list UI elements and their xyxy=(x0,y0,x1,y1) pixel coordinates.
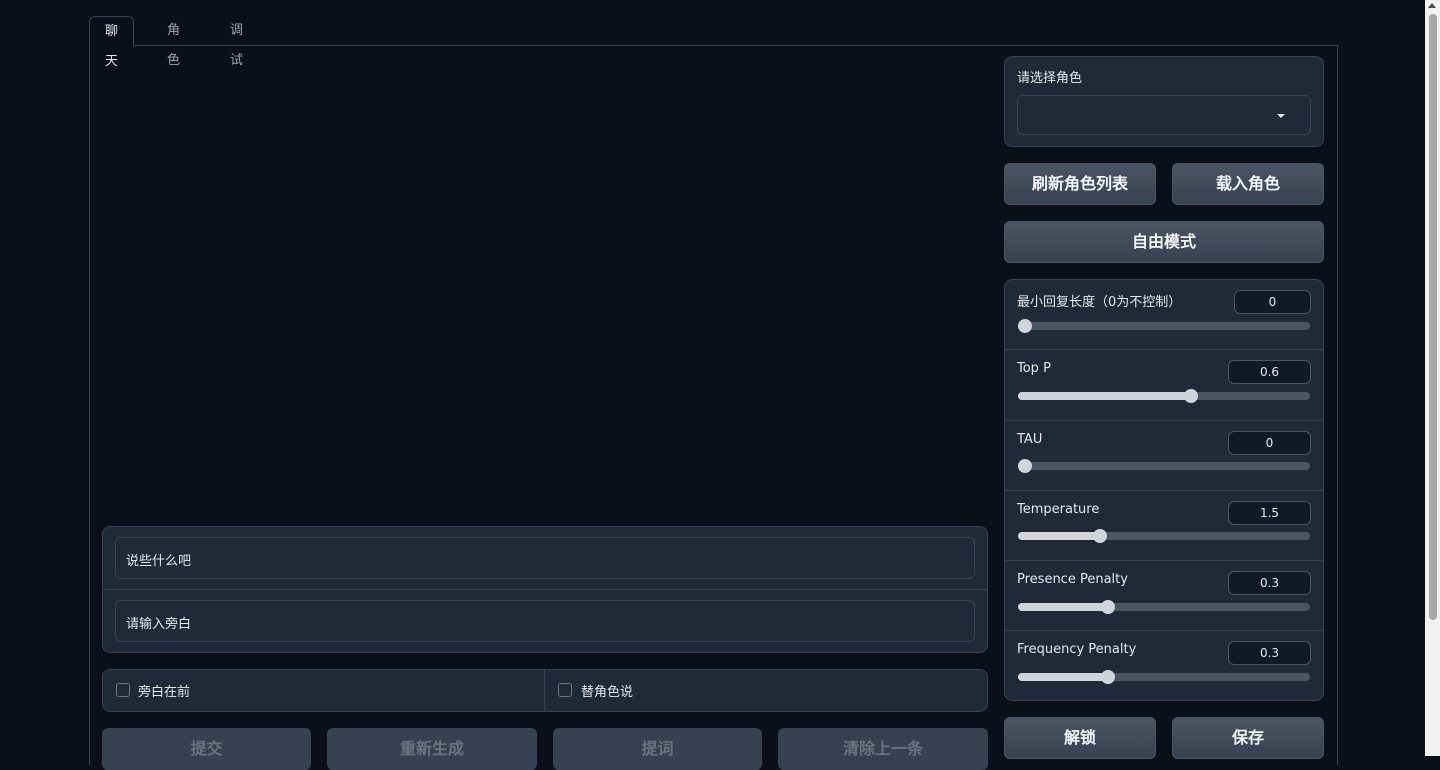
frequency-penalty-slider[interactable] xyxy=(1018,670,1310,684)
submit-button[interactable]: 提交 xyxy=(102,728,311,770)
unlock-button[interactable]: 解锁 xyxy=(1004,717,1156,759)
min-reply-length-input[interactable]: 0 xyxy=(1234,290,1311,314)
min-reply-length-slider[interactable] xyxy=(1018,319,1310,333)
top-p-input[interactable]: 0.6 xyxy=(1228,360,1311,384)
top-p-label: Top P xyxy=(1017,361,1051,376)
temperature-slider[interactable] xyxy=(1018,529,1310,543)
chat-input[interactable]: 说些什么吧 xyxy=(115,537,975,579)
character-select-label: 请选择角色 xyxy=(1017,71,1083,86)
narration-input-placeholder: 请输入旁白 xyxy=(126,617,192,632)
tab-character[interactable]: 角色 xyxy=(152,16,195,68)
param-divider xyxy=(1005,560,1323,561)
param-divider xyxy=(1005,490,1323,491)
scroll-up-icon[interactable] xyxy=(1428,3,1436,8)
caret-down-icon xyxy=(1277,114,1285,118)
temperature-input[interactable]: 1.5 xyxy=(1228,501,1311,525)
narration-first-checkbox[interactable] xyxy=(116,683,130,697)
narration-first-label: 旁白在前 xyxy=(138,685,191,700)
temperature-label: Temperature xyxy=(1017,502,1100,517)
input-divider xyxy=(103,589,987,590)
save-button[interactable]: 保存 xyxy=(1172,717,1324,759)
tau-label: TAU xyxy=(1017,432,1043,447)
param-divider xyxy=(1005,630,1323,631)
regenerate-button[interactable]: 重新生成 xyxy=(327,728,537,770)
tab-chat[interactable]: 聊天 xyxy=(89,16,135,69)
frequency-penalty-label: Frequency Penalty xyxy=(1017,642,1137,657)
presence-penalty-label: Presence Penalty xyxy=(1017,572,1128,587)
speak-for-character-checkbox[interactable] xyxy=(558,683,572,697)
tau-slider[interactable] xyxy=(1018,459,1310,473)
min-reply-length-label: 最小回复长度（0为不控制） xyxy=(1017,295,1182,310)
clear-last-button[interactable]: 清除上一条 xyxy=(778,728,988,770)
free-mode-button[interactable]: 自由模式 xyxy=(1004,221,1324,263)
refresh-character-list-button[interactable]: 刷新角色列表 xyxy=(1004,163,1156,205)
tab-debug[interactable]: 调试 xyxy=(215,16,258,68)
tau-input[interactable]: 0 xyxy=(1228,431,1311,455)
param-divider xyxy=(1005,349,1323,350)
scrollbar-thumb[interactable] xyxy=(1429,14,1437,620)
chat-input-placeholder: 说些什么吧 xyxy=(126,554,192,569)
narration-input[interactable]: 请输入旁白 xyxy=(115,600,975,642)
chat-history xyxy=(102,58,988,518)
presence-penalty-input[interactable]: 0.3 xyxy=(1228,571,1311,595)
param-divider xyxy=(1005,420,1323,421)
speak-for-character-label: 替角色说 xyxy=(581,685,634,700)
top-p-slider[interactable] xyxy=(1018,389,1310,403)
page-scrollbar[interactable] xyxy=(1425,0,1440,756)
character-select-dropdown[interactable] xyxy=(1017,95,1311,135)
frequency-penalty-input[interactable]: 0.3 xyxy=(1228,641,1311,665)
options-divider xyxy=(544,670,545,711)
presence-penalty-slider[interactable] xyxy=(1018,600,1310,614)
options-group xyxy=(102,669,988,712)
prompt-button[interactable]: 提词 xyxy=(553,728,762,770)
load-character-button[interactable]: 载入角色 xyxy=(1172,163,1324,205)
